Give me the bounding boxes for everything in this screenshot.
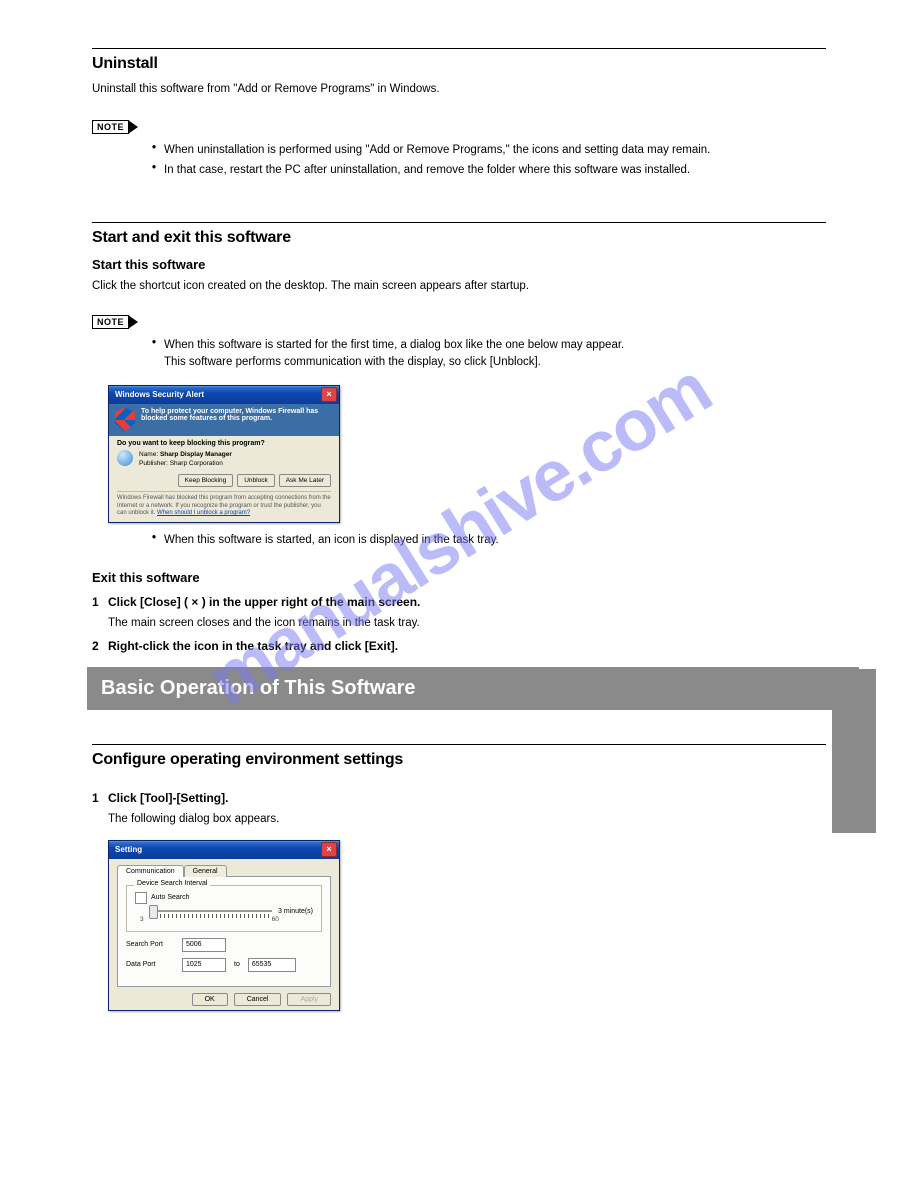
- alert-name-value: Sharp Display Manager: [160, 451, 232, 458]
- section-separator: [92, 222, 826, 223]
- note-badge: NOTE: [92, 120, 129, 134]
- cancel-button[interactable]: Cancel: [234, 993, 282, 1006]
- slider-min: 3: [140, 916, 144, 923]
- note-badge: NOTE: [92, 315, 129, 329]
- slider-max: 60: [272, 916, 279, 923]
- slider-thumb[interactable]: [149, 905, 158, 919]
- tab-general[interactable]: General: [184, 865, 227, 877]
- search-port-label: Search Port: [126, 941, 174, 948]
- unblock-button[interactable]: Unblock: [237, 474, 274, 487]
- start-text: Click the shortcut icon created on the d…: [92, 278, 826, 296]
- configure-heading: Configure operating environment settings: [92, 751, 826, 769]
- config-step-sub: The following dialog box appears.: [108, 811, 826, 828]
- alert-header-text: To help protect your computer, Windows F…: [141, 408, 333, 432]
- exit-step: 1 Click [Close] ( × ) in the upper right…: [92, 595, 826, 609]
- dialog-title: Windows Security Alert: [115, 390, 204, 399]
- exit-sub-heading: Exit this software: [92, 570, 826, 585]
- note-bullet: • When this software is started for the …: [146, 337, 826, 372]
- note-text: This software performs communication wit…: [164, 356, 541, 368]
- alert-publisher-value: Sharp Corporation: [170, 460, 223, 467]
- alert-name-label: Name:: [139, 451, 158, 458]
- page-side-tab: [832, 669, 876, 833]
- exit-step: 2 Right-click the icon in the task tray …: [92, 639, 826, 653]
- security-alert-dialog: Windows Security Alert × To help protect…: [108, 385, 340, 524]
- start-exit-heading: Start and exit this software: [92, 229, 826, 247]
- alert-footer: Windows Firewall has blocked this progra…: [117, 491, 331, 518]
- auto-search-label: Auto Search: [151, 894, 190, 901]
- note-bullet: • When uninstallation is performed using…: [146, 142, 826, 159]
- data-port-label: Data Port: [126, 961, 174, 968]
- section-separator: [92, 48, 826, 49]
- uninstall-heading: Uninstall: [92, 55, 826, 73]
- search-port-input[interactable]: 5006: [182, 938, 226, 952]
- start-sub-heading: Start this software: [92, 257, 826, 272]
- keep-blocking-button[interactable]: Keep Blocking: [178, 474, 234, 487]
- shield-icon: [115, 408, 135, 432]
- dialog-titlebar: Setting ×: [109, 841, 339, 859]
- tab-communication[interactable]: Communication: [117, 865, 184, 877]
- alert-help-link[interactable]: When should I unblock a program?: [157, 510, 250, 516]
- config-step: 1 Click [Tool]-[Setting].: [92, 791, 826, 805]
- apply-button[interactable]: Apply: [287, 993, 331, 1006]
- alert-question: Do you want to keep blocking this progra…: [117, 440, 331, 447]
- data-port-from-input[interactable]: 1025: [182, 958, 226, 972]
- note-bullet: • When this software is started, an icon…: [146, 532, 826, 549]
- data-port-to-input[interactable]: 65535: [248, 958, 296, 972]
- fieldset-legend: Device Search Interval: [134, 880, 210, 887]
- exit-step-sub: The main screen closes and the icon rema…: [108, 615, 826, 632]
- device-search-interval-group: Device Search Interval Auto Search 3 min…: [126, 885, 322, 932]
- ok-button[interactable]: OK: [192, 993, 228, 1006]
- uninstall-text: Uninstall this software from "Add or Rem…: [92, 81, 826, 99]
- slider-value-label: 3 minute(s): [278, 908, 313, 915]
- section-separator: [92, 744, 826, 745]
- data-port-to-label: to: [234, 961, 240, 968]
- dialog-title: Setting: [115, 845, 142, 854]
- globe-icon: [117, 450, 133, 466]
- alert-publisher-label: Publisher:: [139, 460, 168, 467]
- note-text: When this software is started for the fi…: [164, 339, 624, 351]
- section-banner: Basic Operation of This Software: [87, 667, 859, 710]
- interval-slider[interactable]: [149, 910, 272, 912]
- close-icon[interactable]: ×: [321, 842, 337, 857]
- dialog-titlebar: Windows Security Alert ×: [109, 386, 339, 404]
- setting-dialog: Setting × Communication General Device S…: [108, 840, 340, 1011]
- ask-later-button[interactable]: Ask Me Later: [279, 474, 331, 487]
- auto-search-checkbox[interactable]: [135, 892, 147, 904]
- note-bullet: • In that case, restart the PC after uni…: [146, 162, 826, 179]
- close-icon[interactable]: ×: [321, 387, 337, 402]
